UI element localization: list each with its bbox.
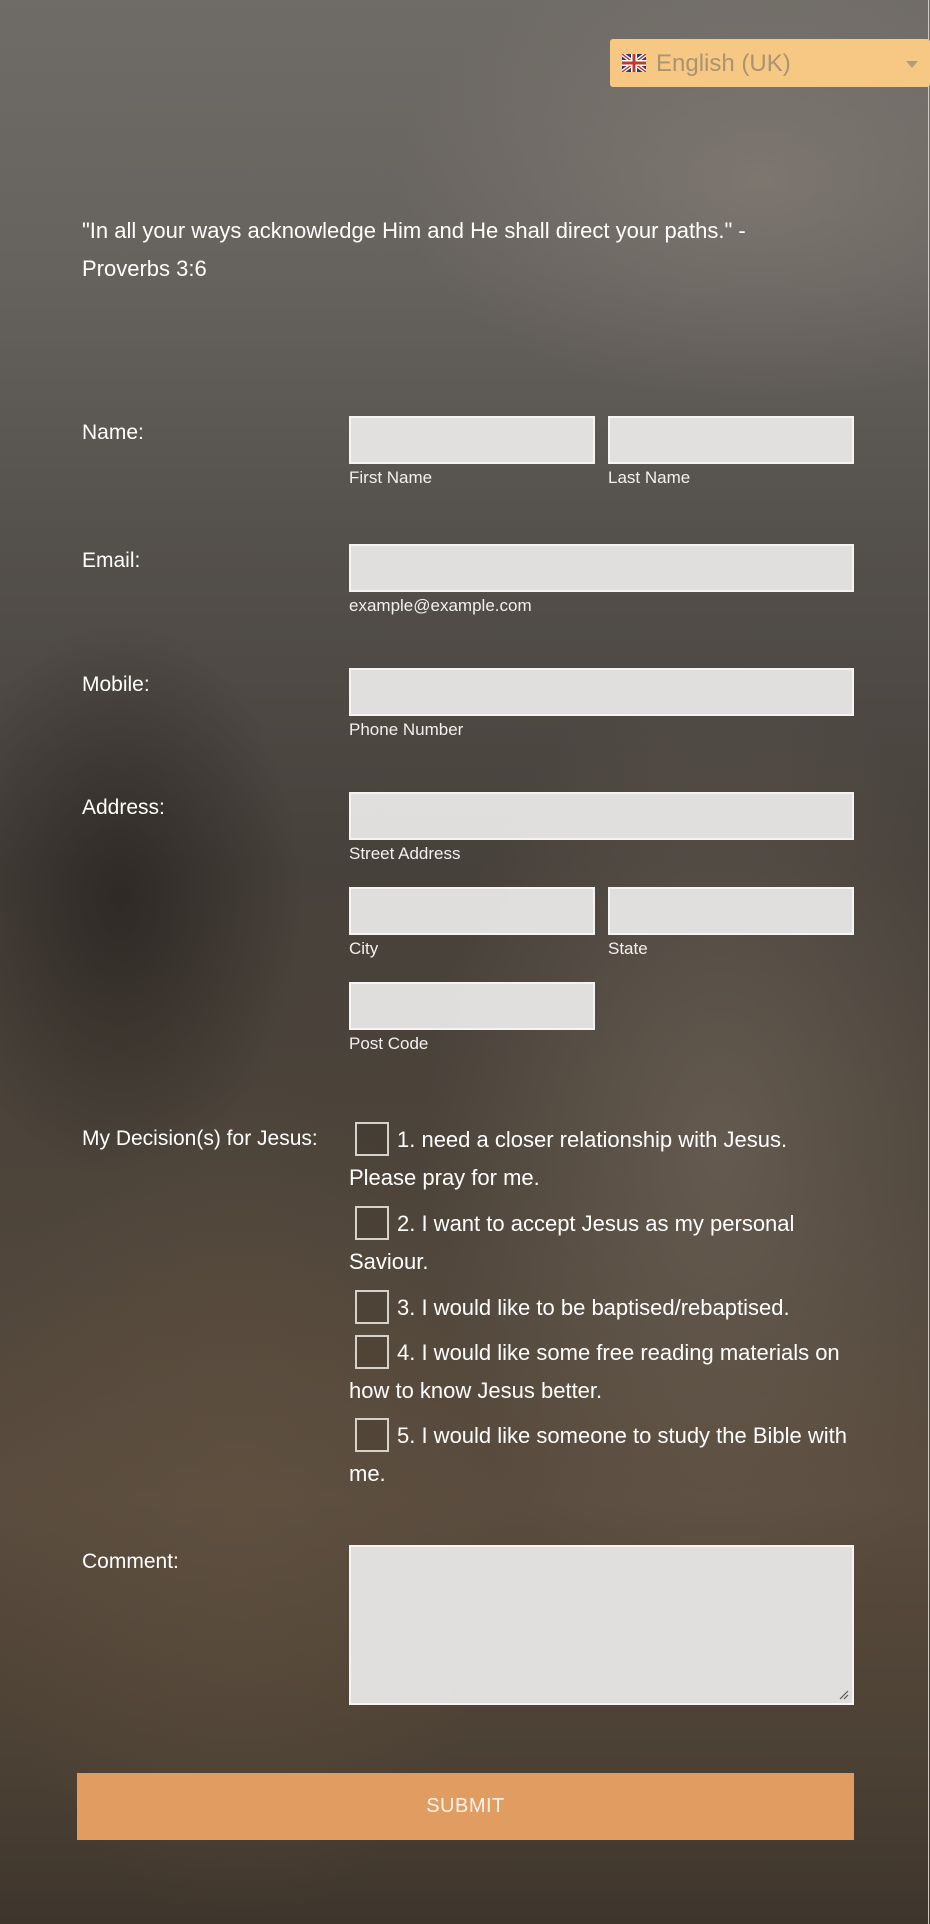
first-name-sublabel: First Name [349, 468, 433, 487]
language-selected: English (UK) [656, 50, 791, 77]
city-sublabel: City [349, 939, 379, 958]
decision-option-text: 1. need a closer relationship with Jesus… [349, 1127, 788, 1190]
comment-textarea[interactable] [349, 1545, 854, 1705]
name-label: Name: [82, 421, 144, 444]
last-name-input[interactable] [608, 416, 854, 464]
city-input[interactable] [349, 887, 595, 935]
submit-button[interactable]: SUBMIT [77, 1773, 854, 1840]
decision-option-text: 5. I would like someone to study the Bib… [349, 1423, 848, 1486]
decision-option: 1. need a closer relationship with Jesus… [349, 1121, 859, 1197]
bible-quote: "In all your ways acknowledge Him and He… [82, 218, 746, 281]
decision-option: 2. I want to accept Jesus as my personal… [349, 1205, 859, 1281]
decision-checkbox-4[interactable] [355, 1335, 389, 1369]
chevron-down-icon [906, 61, 918, 68]
state-sublabel: State [608, 939, 648, 958]
address-label: Address: [82, 796, 165, 819]
decision-option-text: 4. I would like some free reading materi… [349, 1340, 840, 1403]
email-label: Email: [82, 549, 141, 572]
comment-label: Comment: [82, 1550, 179, 1573]
street-address-sublabel: Street Address [349, 844, 461, 863]
resize-grip-icon[interactable] [837, 1688, 849, 1700]
first-name-input[interactable] [349, 416, 595, 464]
postcode-sublabel: Post Code [349, 1034, 429, 1053]
phone-sublabel: Phone Number [349, 720, 464, 739]
decision-option: 3. I would like to be baptised/rebaptise… [349, 1289, 859, 1327]
state-input[interactable] [608, 887, 854, 935]
decisions-label: My Decision(s) for Jesus: [82, 1127, 318, 1150]
street-address-input[interactable] [349, 792, 854, 840]
phone-input[interactable] [349, 668, 854, 716]
decision-option-text: 3. I would like to be baptised/rebaptise… [397, 1295, 790, 1320]
decision-option: 5. I would like someone to study the Bib… [349, 1417, 859, 1493]
language-selector[interactable]: English (UK) [610, 39, 930, 87]
postcode-input[interactable] [349, 982, 595, 1030]
email-sublabel: example@example.com [349, 596, 532, 615]
decision-checkbox-5[interactable] [355, 1418, 389, 1452]
uk-flag-icon [622, 54, 646, 72]
decision-checkbox-2[interactable] [355, 1206, 389, 1240]
last-name-sublabel: Last Name [608, 468, 691, 487]
decision-checkbox-1[interactable] [355, 1122, 389, 1156]
mobile-label: Mobile: [82, 673, 150, 696]
decision-option: 4. I would like some free reading materi… [349, 1334, 859, 1410]
decision-option-text: 2. I want to accept Jesus as my personal… [349, 1211, 795, 1274]
email-input[interactable] [349, 544, 854, 592]
decision-checkbox-3[interactable] [355, 1290, 389, 1324]
